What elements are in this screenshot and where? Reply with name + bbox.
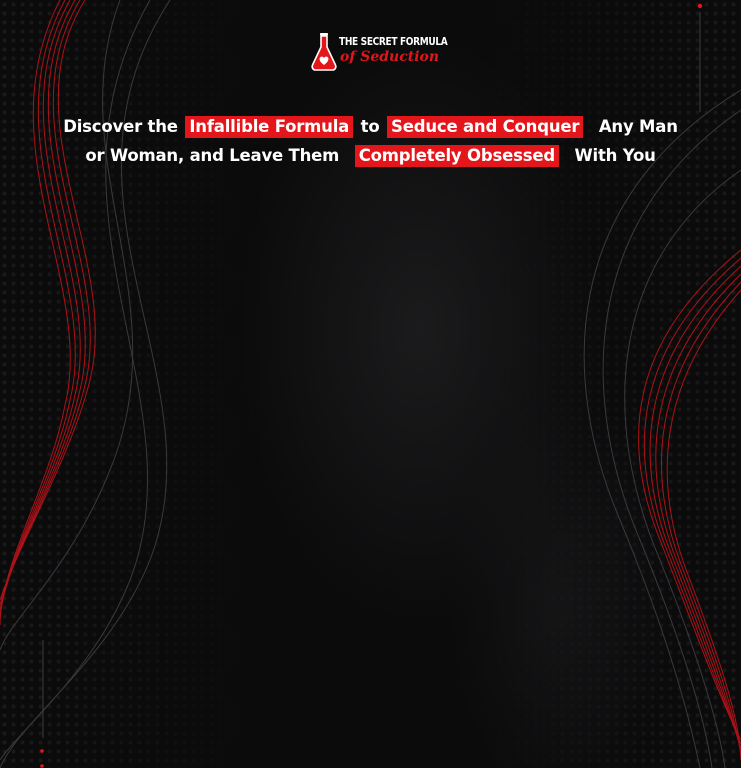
brand-logo[interactable]: THE SECRET FORMULA of Seduction	[310, 30, 448, 74]
headline-highlight: Completely Obsessed	[354, 145, 559, 167]
headline-highlight: Infallible Formula	[185, 116, 354, 138]
headline-text: to	[360, 117, 380, 136]
landing-page: THE SECRET FORMULA of Seduction Discover…	[0, 0, 741, 768]
logo-title: THE SECRET FORMULA	[339, 36, 448, 48]
headline-text: or Woman, and Leave Them	[85, 146, 340, 165]
headline-highlight: Seduce and Conquer	[387, 116, 584, 138]
logo-subtitle: of Seduction	[340, 49, 440, 65]
headline-line-1: Discover the Infallible Formula to Seduc…	[30, 112, 711, 141]
headline-text: Discover the	[63, 117, 178, 136]
headline-line-2: or Woman, and Leave Them Completely Obse…	[30, 141, 711, 170]
flask-heart-icon	[311, 33, 337, 71]
headline-text: Any Man	[598, 117, 678, 136]
headline-text: With You	[574, 146, 656, 165]
hero-headline: Discover the Infallible Formula to Seduc…	[30, 112, 711, 170]
